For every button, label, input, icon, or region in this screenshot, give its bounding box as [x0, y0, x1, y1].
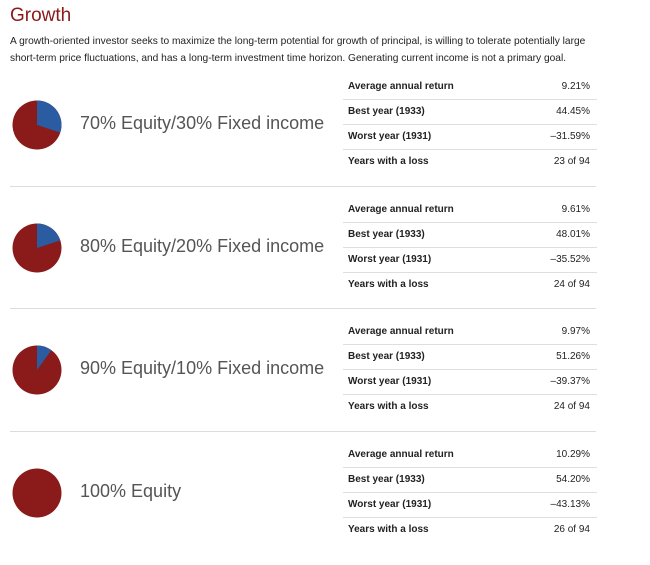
stat-label: Worst year (1931) [348, 131, 432, 142]
stat-label: Best year (1933) [348, 473, 425, 485]
allocation-pie-chart [12, 468, 62, 518]
stats-table: Average annual return 9.61% Best year (193… [343, 198, 597, 297]
stat-label: Years with a loss [348, 278, 429, 290]
stat-value: 23 of 94 [553, 156, 590, 167]
stat-label: Worst year (1931) [348, 253, 432, 265]
stats-row: Years with a loss 24 of 94 [343, 395, 597, 419]
stats-row: Worst year (1931) –31.59% [343, 125, 597, 150]
stats-row: Average annual return 10.29% [343, 443, 597, 468]
stat-label: Best year (1933) [348, 228, 425, 240]
stat-value: 54.20% [556, 473, 590, 485]
stat-value: 10.29% [556, 448, 590, 460]
portfolio-section: 70% Equity/30% Fixed income Average annua… [0, 75, 650, 197]
stat-value: 24 of 94 [553, 401, 590, 412]
section-divider [10, 430, 596, 432]
stats-table: Average annual return 9.21% Best year (193… [343, 75, 597, 174]
stat-label: Years with a loss [348, 401, 429, 412]
stats-row: Average annual return 9.61% [343, 198, 597, 223]
stats-row: Years with a loss 24 of 94 [343, 273, 597, 297]
stats-row: Worst year (1931) –35.52% [343, 248, 597, 273]
stats-row: Best year (1933) 54.20% [343, 468, 597, 493]
stat-label: Average annual return [348, 448, 454, 460]
stats-table: Average annual return 10.29% Best year (19… [343, 443, 597, 542]
stat-label: Average annual return [348, 81, 454, 92]
stat-label: Years with a loss [348, 523, 429, 535]
portfolio-section: 80% Equity/20% Fixed income Average annua… [0, 198, 650, 320]
allocation-pie-chart [12, 223, 62, 273]
stat-value: 48.01% [556, 228, 590, 240]
stat-value: 44.45% [556, 106, 590, 117]
stats-row: Best year (1933) 51.26% [343, 345, 597, 370]
stat-label: Years with a loss [348, 156, 429, 167]
section-divider [10, 308, 596, 309]
stat-label: Best year (1933) [348, 351, 425, 362]
stat-label: Worst year (1931) [348, 498, 432, 510]
stat-value: –35.52% [550, 253, 590, 265]
stat-label: Worst year (1931) [348, 376, 432, 387]
stat-value: 51.26% [556, 351, 590, 362]
stats-row: Worst year (1931) –39.37% [343, 370, 597, 395]
allocation-label: 90% Equity/10% Fixed income [80, 358, 325, 378]
allocation-pie-chart [12, 345, 62, 395]
page-title: Growth [10, 5, 72, 26]
stats-row: Years with a loss 23 of 94 [343, 150, 597, 174]
stat-value: –39.37% [550, 376, 590, 387]
stat-value: 9.21% [561, 81, 590, 92]
stat-value: –43.13% [550, 498, 590, 510]
description: A growth-oriented investor seeks to maxi… [10, 36, 586, 64]
stat-label: Average annual return [348, 326, 454, 337]
pie-slice-equity [12, 468, 62, 517]
stat-label: Best year (1933) [348, 106, 425, 117]
stat-value: 9.97% [561, 326, 590, 337]
allocation-label: 80% Equity/20% Fixed income [80, 235, 325, 256]
stats-row: Worst year (1931) –43.13% [343, 493, 597, 518]
allocation-pie-chart [12, 100, 62, 150]
section-divider [10, 185, 596, 187]
stats-row: Average annual return 9.21% [343, 75, 597, 100]
stat-value: 9.61% [561, 203, 590, 215]
stats-row: Average annual return 9.97% [343, 320, 597, 345]
allocation-label: 100% Equity [80, 480, 182, 501]
portfolio-section: 90% Equity/10% Fixed income Average annua… [0, 320, 650, 442]
stat-value: 24 of 94 [553, 278, 590, 290]
stats-table: Average annual return 9.97% Best year (193… [343, 320, 597, 419]
portfolio-section: 100% Equity Average annual return 10.29% Be… [0, 443, 650, 565]
stat-label: Average annual return [348, 203, 454, 215]
stats-row: Best year (1933) 44.45% [343, 100, 597, 125]
allocation-label: 70% Equity/30% Fixed income [80, 113, 325, 133]
stat-value: 26 of 94 [553, 523, 590, 535]
stats-row: Best year (1933) 48.01% [343, 223, 597, 248]
stats-row: Years with a loss 26 of 94 [343, 518, 597, 542]
stat-value: –31.59% [550, 131, 590, 142]
